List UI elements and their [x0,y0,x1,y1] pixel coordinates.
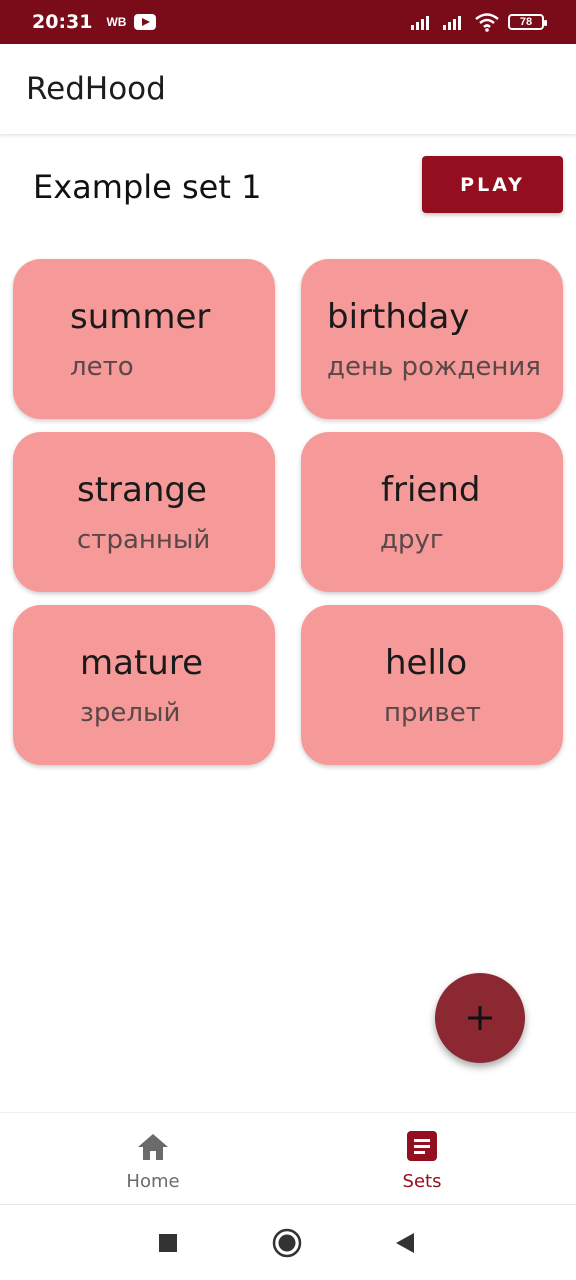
play-button[interactable]: PLAY [422,156,563,213]
flashcard[interactable]: hello привет [301,605,563,765]
card-word: mature [80,643,203,683]
card-translation: друг [380,525,444,555]
nav-label-sets: Sets [402,1171,442,1192]
card-translation: лето [70,352,134,382]
nav-label-home: Home [126,1171,180,1192]
home-circle-icon[interactable] [272,1228,302,1258]
list-icon [407,1131,437,1161]
card-word: hello [385,643,468,683]
recent-apps-icon[interactable] [158,1233,178,1253]
back-icon[interactable] [394,1231,416,1255]
wifi-icon [475,13,499,32]
flashcard[interactable]: friend друг [301,432,563,592]
battery-icon: 78 [508,14,547,30]
status-bar: 20:31 WB 78 [0,0,576,44]
add-card-button[interactable] [435,973,525,1063]
card-translation: странный [77,525,211,555]
plus-icon [468,1006,492,1030]
set-title: Example set 1 [33,168,262,206]
signal-icon [411,16,429,30]
flashcard[interactable]: summer лето [13,259,275,419]
status-time: 20:31 [32,11,93,33]
flashcard[interactable]: mature зрелый [13,605,275,765]
status-app-label: WB [106,15,127,29]
youtube-icon [134,14,157,30]
signal-icon [443,16,461,30]
flashcard[interactable]: birthday день рождения [301,259,563,419]
card-translation: зрелый [80,698,181,728]
flashcard[interactable]: strange странный [13,432,275,592]
app-bar: RedHood [0,44,576,134]
bottom-navigation: Home Sets [0,1112,576,1204]
card-translation: привет [384,698,481,728]
system-navigation-bar [0,1204,576,1280]
app-title: RedHood [26,71,166,107]
card-word: friend [381,470,481,510]
home-icon [138,1134,168,1160]
nav-item-home[interactable]: Home [53,1113,253,1205]
card-word: strange [77,470,207,510]
card-word: summer [70,297,211,337]
card-translation: день рождения [327,352,541,382]
card-word: birthday [327,297,470,337]
nav-item-sets[interactable]: Sets [322,1113,522,1205]
